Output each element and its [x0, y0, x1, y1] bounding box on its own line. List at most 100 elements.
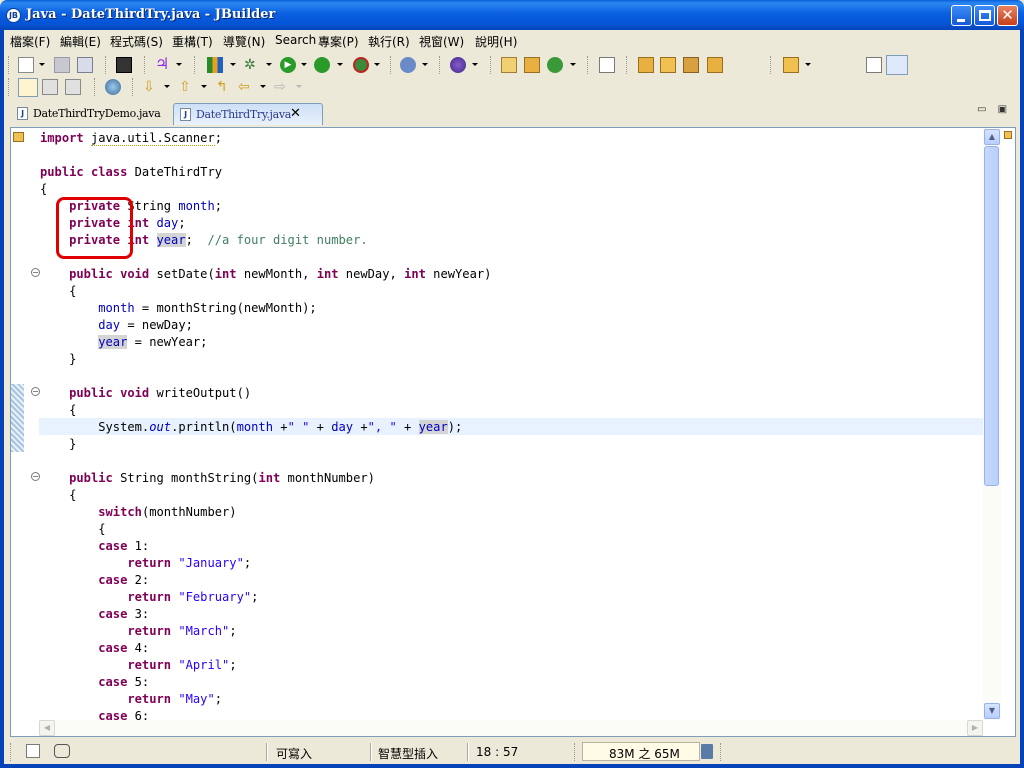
- menu-file[interactable]: 檔案(F): [10, 33, 50, 50]
- code-line: {: [40, 488, 77, 502]
- open-type-icon[interactable]: [783, 57, 799, 73]
- menu-source[interactable]: 程式碼(S): [110, 33, 163, 50]
- run-external-icon[interactable]: [314, 57, 330, 73]
- view-minimize-maximize[interactable]: ▭ ▣: [977, 104, 1011, 115]
- menu-project[interactable]: 專案(P): [318, 33, 359, 50]
- code-line: import java.util.Scanner;: [40, 131, 223, 146]
- next-annotation-icon[interactable]: ⇩: [143, 79, 159, 95]
- fast-view-icon[interactable]: [26, 744, 40, 758]
- fold-collapse-icon[interactable]: −: [31, 387, 40, 396]
- code-line: return "January";: [127, 556, 252, 570]
- trash-icon[interactable]: [701, 744, 713, 759]
- scroll-left-button[interactable]: ◀: [39, 720, 55, 736]
- menu-window[interactable]: 視窗(W): [419, 33, 464, 50]
- window-frame-left: [0, 30, 4, 768]
- print-icon[interactable]: [77, 57, 93, 73]
- code-line: case 3:: [98, 607, 150, 621]
- menu-edit[interactable]: 編輯(E): [60, 33, 101, 50]
- globe-dropdown-arrow[interactable]: [472, 63, 478, 66]
- menu-run[interactable]: 執行(R): [368, 33, 410, 50]
- back-dropdown-arrow[interactable]: [260, 85, 266, 88]
- code-line: switch(monthNumber): [98, 505, 237, 519]
- vertical-ruler[interactable]: [11, 128, 27, 728]
- stop-dropdown-arrow[interactable]: [374, 63, 380, 66]
- overview-ruler[interactable]: [1001, 128, 1015, 728]
- glasses-icon[interactable]: [54, 744, 70, 758]
- close-tab-icon[interactable]: ✕: [290, 106, 301, 121]
- horizontal-scrollbar[interactable]: ◀ ▶: [39, 720, 983, 736]
- close-button[interactable]: ✕: [997, 5, 1018, 26]
- minimize-button[interactable]: [951, 5, 972, 26]
- compile-icon[interactable]: [116, 57, 132, 73]
- web-browser-icon[interactable]: [105, 79, 121, 95]
- search-icon[interactable]: [400, 57, 416, 73]
- bookmark-icon[interactable]: [501, 57, 517, 73]
- warning-marker-icon[interactable]: [13, 132, 24, 142]
- debug-icon[interactable]: ✲: [244, 57, 260, 73]
- java-perspective-icon[interactable]: [886, 55, 908, 75]
- scroll-right-button[interactable]: ▶: [967, 720, 983, 736]
- folder-icon[interactable]: [638, 57, 654, 73]
- menu-help[interactable]: 說明(H): [475, 33, 517, 50]
- code-line: public void setDate(int newMonth, int ne…: [69, 267, 492, 281]
- new-file-icon[interactable]: [18, 57, 34, 73]
- forward-dropdown-arrow[interactable]: [296, 85, 302, 88]
- tab-datethirdtrydemo[interactable]: J DateThirdTryDemo.java: [11, 103, 173, 125]
- overview-warning-icon[interactable]: [1004, 131, 1012, 139]
- open-perspective-icon[interactable]: [866, 57, 882, 73]
- new-dropdown-arrow[interactable]: [39, 63, 45, 66]
- fold-collapse-icon[interactable]: −: [31, 268, 40, 277]
- toolbar-separator: [194, 56, 196, 74]
- title-bar[interactable]: JB Java - DateThirdTry.java - JBuilder ✕: [0, 0, 1024, 30]
- menu-navigate[interactable]: 導覽(N): [223, 33, 265, 50]
- vertical-scrollbar[interactable]: ▲ ▼: [983, 128, 1001, 720]
- fold-collapse-icon[interactable]: −: [31, 472, 40, 481]
- change-marker: [11, 384, 24, 452]
- code-line: public void writeOutput(): [69, 386, 252, 400]
- menu-refactor[interactable]: 重構(T): [172, 33, 213, 50]
- toolbar-grip[interactable]: [8, 78, 10, 96]
- back-icon[interactable]: ⇦: [238, 79, 254, 95]
- close-icon: ✕: [1001, 6, 1014, 24]
- menu-search[interactable]: Search: [275, 33, 316, 47]
- show-whitespace-icon[interactable]: [65, 79, 81, 95]
- search-dropdown-arrow[interactable]: [422, 63, 428, 66]
- next-annotation-dropdown-arrow[interactable]: [164, 85, 170, 88]
- chart-icon[interactable]: [207, 57, 223, 73]
- tool-icon[interactable]: [683, 57, 699, 73]
- scroll-up-button[interactable]: ▲: [984, 129, 1000, 145]
- heap-status[interactable]: 83M 之 65M: [582, 742, 700, 761]
- run-dropdown-arrow[interactable]: [301, 63, 307, 66]
- class-icon[interactable]: [524, 57, 540, 73]
- save-icon[interactable]: [54, 57, 70, 73]
- refresh-dropdown-arrow[interactable]: [570, 63, 576, 66]
- stop-run-icon[interactable]: [353, 57, 369, 73]
- package-icon[interactable]: [707, 57, 723, 73]
- run-external-dropdown-arrow[interactable]: [337, 63, 343, 66]
- toolbar-grip[interactable]: [8, 56, 10, 74]
- document-icon[interactable]: [599, 57, 615, 73]
- maximize-button[interactable]: [974, 5, 995, 26]
- tab-label: DateThirdTryDemo.java: [33, 107, 161, 120]
- previous-annotation-icon[interactable]: ⇧: [179, 79, 195, 95]
- open-folder-icon[interactable]: [660, 57, 676, 73]
- symbol-dropdown-arrow[interactable]: [176, 63, 182, 66]
- toggle-mark-occurrences-icon[interactable]: [18, 78, 38, 97]
- vertical-scroll-thumb[interactable]: [984, 146, 999, 486]
- debug-dropdown-arrow[interactable]: [266, 63, 272, 66]
- show-source-icon[interactable]: [42, 79, 58, 95]
- forward-icon[interactable]: ⇨: [274, 79, 290, 95]
- previous-annotation-dropdown-arrow[interactable]: [201, 85, 207, 88]
- code-editor[interactable]: − − − import java.util.Scanner; public c…: [10, 127, 1016, 737]
- refresh-icon[interactable]: [547, 57, 563, 73]
- last-edit-icon[interactable]: ↰: [216, 79, 232, 95]
- app-icon[interactable]: JB: [6, 8, 21, 23]
- toolbar-separator: [94, 78, 96, 96]
- scroll-down-button[interactable]: ▼: [984, 703, 1000, 719]
- run-icon[interactable]: ▶: [280, 57, 296, 73]
- open-type-dropdown-arrow[interactable]: [805, 63, 811, 66]
- symbol-icon[interactable]: ♃: [155, 56, 171, 73]
- chart-dropdown-arrow[interactable]: [230, 63, 236, 66]
- globe-icon[interactable]: [450, 57, 466, 73]
- tab-datethirdtry[interactable]: J DateThirdTry.java ✕: [173, 103, 323, 125]
